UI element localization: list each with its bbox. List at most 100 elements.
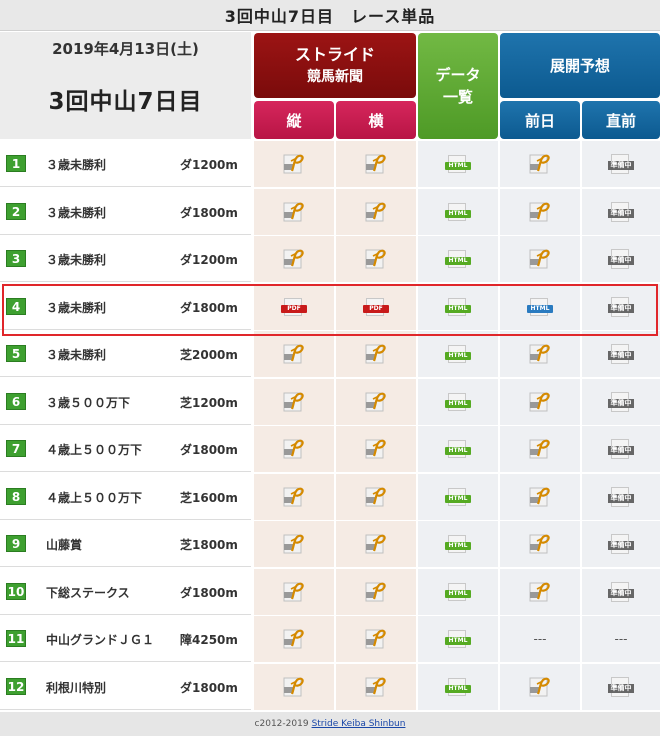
zenjitsu-link[interactable] [500, 331, 580, 377]
race-info: 4 ３歳未勝利 ダ1800m [0, 284, 251, 330]
zenjitsu-link[interactable] [500, 189, 580, 235]
tate-link[interactable] [254, 426, 334, 472]
yoko-link[interactable] [336, 664, 416, 710]
race-name: ３歳未勝利 [46, 158, 107, 172]
race-number-badge: 9 [6, 535, 26, 552]
race-info: 11 中山グランドＪＧ１ 障4250m [0, 616, 251, 662]
stride-p-icon [365, 629, 386, 649]
stride-p-icon [529, 154, 550, 174]
yoko-link[interactable] [336, 521, 416, 567]
race-distance: 芝1800m [180, 538, 238, 552]
stride-p-icon [283, 582, 304, 602]
race-number-badge: 4 [6, 298, 26, 315]
tate-link[interactable] [254, 236, 334, 282]
data-list-link[interactable]: HTML [418, 426, 498, 472]
chokuzen-link[interactable]: 準備中 [582, 521, 660, 567]
stride-p-icon [529, 677, 550, 697]
yoko-link[interactable] [336, 474, 416, 520]
race-name: ３歳未勝利 [46, 253, 107, 267]
html-icon: HTML [445, 583, 471, 601]
zenjitsu-link[interactable] [500, 426, 580, 472]
data-list-link[interactable]: HTML [418, 284, 498, 330]
tate-link[interactable] [254, 616, 334, 662]
tate-link[interactable] [254, 379, 334, 425]
race-info: 8 ４歳上５００万下 芝1600m [0, 474, 251, 520]
tate-link[interactable] [254, 664, 334, 710]
yoko-link[interactable] [336, 379, 416, 425]
zenjitsu-link[interactable] [500, 236, 580, 282]
junbi-icon: 準備中 [608, 297, 634, 317]
not-available-text: --- [533, 632, 547, 646]
chokuzen-link[interactable]: 準備中 [582, 331, 660, 377]
race-distance: ダ1800m [180, 206, 238, 220]
stride-p-icon [365, 202, 386, 222]
data-list-link[interactable]: HTML [418, 569, 498, 615]
data-list-link[interactable]: HTML [418, 664, 498, 710]
tate-link[interactable] [254, 331, 334, 377]
zenjitsu-link[interactable] [500, 664, 580, 710]
zenjitsu-link[interactable]: HTML [500, 284, 580, 330]
junbi-icon: 準備中 [608, 202, 634, 222]
yoko-link[interactable] [336, 426, 416, 472]
data-list-link[interactable]: HTML [418, 189, 498, 235]
data-header-line2: 一覧 [442, 88, 473, 106]
stride-p-icon [283, 392, 304, 412]
tate-link[interactable] [254, 569, 334, 615]
yoko-link[interactable] [336, 616, 416, 662]
stride-p-icon [283, 344, 304, 364]
yoko-link[interactable] [336, 189, 416, 235]
chokuzen-link[interactable]: 準備中 [582, 141, 660, 187]
tenkai-forecast-header: 展開予想 [500, 33, 660, 98]
chokuzen-link[interactable]: 準備中 [582, 569, 660, 615]
chokuzen-link: --- [582, 616, 660, 662]
yoko-link[interactable] [336, 141, 416, 187]
chokuzen-link[interactable]: 準備中 [582, 236, 660, 282]
chokuzen-link[interactable]: 準備中 [582, 664, 660, 710]
race-info: 3 ３歳未勝利 ダ1200m [0, 236, 251, 282]
race-distance: ダ1800m [180, 443, 238, 457]
data-list-link[interactable]: HTML [418, 521, 498, 567]
race-info: 2 ３歳未勝利 ダ1800m [0, 189, 251, 235]
stride-p-icon [365, 582, 386, 602]
zenjitsu-link[interactable] [500, 569, 580, 615]
zenjitsu-link[interactable] [500, 379, 580, 425]
zenjitsu-link[interactable] [500, 141, 580, 187]
chokuzen-link[interactable]: 準備中 [582, 426, 660, 472]
yoko-link[interactable] [336, 569, 416, 615]
race-date: 2019年4月13日(土) [52, 40, 199, 58]
chokuzen-link[interactable]: 準備中 [582, 189, 660, 235]
zenjitsu-link[interactable] [500, 474, 580, 520]
tate-link[interactable] [254, 521, 334, 567]
yoko-link[interactable] [336, 331, 416, 377]
data-header-line1: データ [435, 66, 481, 84]
yoko-link[interactable]: PDF [336, 284, 416, 330]
data-list-link[interactable]: HTML [418, 379, 498, 425]
tate-link[interactable] [254, 189, 334, 235]
zenjitsu-link[interactable] [500, 521, 580, 567]
data-list-header: データ 一覧 [418, 33, 498, 139]
stride-p-icon [283, 534, 304, 554]
race-row: 4 ３歳未勝利 ダ1800m PDF PDF HTML HTML 準備中 [0, 284, 660, 331]
stride-p-icon [529, 439, 550, 459]
yoko-header: 横 [336, 101, 416, 139]
chokuzen-link[interactable]: 準備中 [582, 284, 660, 330]
zenjitsu-header: 前日 [500, 101, 580, 139]
html-icon: HTML [445, 250, 471, 268]
stride-p-icon [283, 439, 304, 459]
footer-link[interactable]: Stride Keiba Shinbun [312, 719, 406, 729]
tate-link[interactable] [254, 141, 334, 187]
data-list-link[interactable]: HTML [418, 474, 498, 520]
chokuzen-link[interactable]: 準備中 [582, 379, 660, 425]
tate-link[interactable]: PDF [254, 284, 334, 330]
data-list-link[interactable]: HTML [418, 616, 498, 662]
data-list-link[interactable]: HTML [418, 236, 498, 282]
stride-p-icon [529, 582, 550, 602]
chokuzen-link[interactable]: 準備中 [582, 474, 660, 520]
tate-link[interactable] [254, 474, 334, 520]
html-icon: HTML [445, 393, 471, 411]
yoko-link[interactable] [336, 236, 416, 282]
race-name: ３歳未勝利 [46, 348, 107, 362]
race-distance: 障4250m [180, 633, 238, 647]
data-list-link[interactable]: HTML [418, 141, 498, 187]
data-list-link[interactable]: HTML [418, 331, 498, 377]
